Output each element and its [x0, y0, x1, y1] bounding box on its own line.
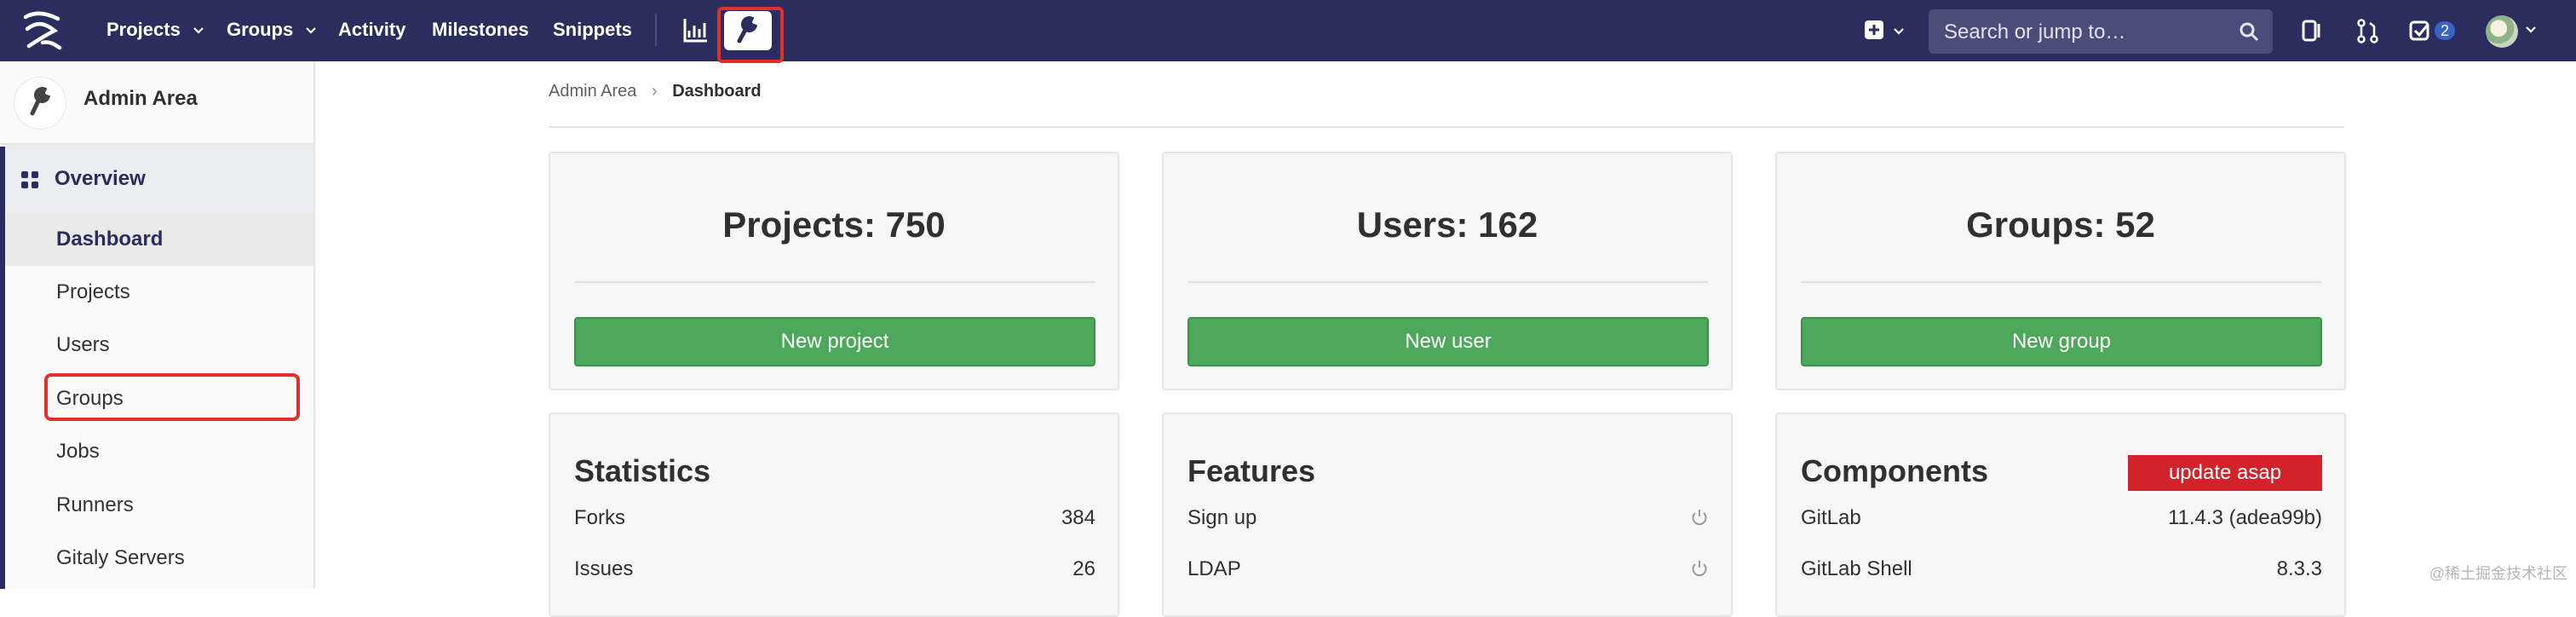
breadcrumb-current[interactable]: Dashboard [672, 82, 761, 101]
todo-count-badge: 2 [2435, 21, 2455, 40]
context-title: Admin Area [83, 87, 198, 110]
chevron-down-icon [193, 27, 204, 34]
statistics-title: Statistics [574, 453, 711, 488]
chevron-down-icon [1894, 28, 1904, 35]
new-dropdown-button[interactable] [1857, 15, 1908, 46]
update-asap-badge[interactable]: update asap [2128, 455, 2322, 491]
stat-row-issues: Issues 26 [574, 557, 1095, 581]
card-title: Groups: 52 [1966, 205, 2155, 245]
gitlab-logo-icon[interactable] [20, 9, 65, 53]
card-divider [574, 281, 1095, 283]
breadcrumb: Admin Area › Dashboard [549, 82, 762, 101]
projects-card: Projects: 750 New project [549, 152, 1119, 390]
power-off-icon [1692, 561, 1707, 577]
chart-icon[interactable] [681, 15, 710, 44]
search-icon[interactable] [2239, 21, 2259, 42]
nav-groups[interactable]: Groups [227, 0, 317, 61]
component-label: GitLab Shell [1801, 557, 1912, 580]
highlight-box-admin [717, 7, 784, 63]
feature-row-ldap: LDAP [1187, 557, 1709, 581]
component-version: 8.3.3 [2276, 557, 2322, 580]
new-project-button[interactable]: New project [574, 317, 1095, 366]
component-version: 11.4.3 (adea99b) [2167, 506, 2322, 529]
component-label: GitLab [1801, 506, 1861, 529]
components-card: Components update asap GitLab 11.4.3 (ad… [1775, 412, 2346, 617]
nav-milestones[interactable]: Milestones [432, 0, 529, 61]
component-row-gitlab: GitLab 11.4.3 (adea99b) [1801, 506, 2322, 530]
sidebar-item-projects[interactable]: Projects [5, 266, 313, 319]
feature-label: LDAP [1187, 557, 1241, 580]
statistics-card: Statistics Forks 384 Issues 26 [549, 412, 1119, 617]
sidebar-item-users[interactable]: Users [5, 319, 313, 372]
new-group-button[interactable]: New group [1801, 317, 2322, 366]
features-title: Features [1187, 453, 1316, 488]
stat-label: Forks [574, 506, 625, 529]
feature-row-sign-up: Sign up [1187, 506, 1709, 530]
chevron-down-icon[interactable] [2525, 26, 2537, 34]
sidebar-context-header[interactable]: Admin Area [0, 61, 313, 145]
groups-card: Groups: 52 New group [1775, 152, 2346, 390]
nav-separator [655, 14, 657, 46]
chevron-down-icon [306, 27, 317, 34]
sidebar-item-jobs[interactable]: Jobs [5, 425, 313, 478]
stat-value: 26 [1072, 557, 1095, 580]
features-card: Features Sign up LDAP [1162, 412, 1733, 617]
stat-label: Issues [574, 557, 634, 580]
breadcrumb-parent[interactable]: Admin Area [549, 82, 636, 101]
sidebar: Admin Area Overview Dashboard Projects U… [0, 61, 315, 589]
context-avatar [14, 77, 66, 130]
card-title: Projects: 750 [722, 205, 946, 245]
components-title: Components [1801, 453, 1988, 488]
card-divider [1187, 281, 1709, 283]
search-input[interactable] [1942, 9, 2227, 55]
stat-value: 384 [1061, 506, 1095, 529]
sidebar-item-gitaly-servers[interactable]: Gitaly Servers [5, 532, 313, 585]
component-row-gitlab-shell: GitLab Shell 8.3.3 [1801, 557, 2322, 581]
plus-square-icon [1865, 20, 1883, 39]
nav-snippets[interactable]: Snippets [553, 0, 632, 61]
nav-activity[interactable]: Activity [338, 0, 405, 61]
sidebar-item-dashboard[interactable]: Dashboard [5, 213, 313, 266]
issues-icon[interactable] [2297, 16, 2326, 45]
todo-check-icon[interactable] [2407, 16, 2436, 45]
merge-request-icon[interactable] [2353, 16, 2382, 45]
watermark-text: @稀土掘金技术社区 [2429, 565, 2567, 582]
top-navbar: Projects Groups Activity Milestones Snip… [0, 0, 2576, 63]
power-off-icon [1692, 510, 1707, 526]
card-title: Users: 162 [1356, 205, 1538, 245]
search-box[interactable] [1929, 9, 2273, 55]
sidebar-item-runners[interactable]: Runners [5, 479, 313, 532]
wrench-icon [30, 87, 51, 116]
grid-icon [21, 171, 38, 188]
feature-label: Sign up [1187, 506, 1257, 529]
stat-row-forks: Forks 384 [574, 506, 1095, 530]
highlight-box-groups [44, 373, 300, 421]
breadcrumb-divider [549, 126, 2344, 128]
sidebar-item-overview[interactable]: Overview [5, 145, 313, 213]
user-avatar[interactable] [2486, 15, 2518, 48]
new-user-button[interactable]: New user [1187, 317, 1709, 366]
nav-projects[interactable]: Projects [106, 0, 204, 61]
card-divider [1801, 281, 2322, 283]
breadcrumb-chevron-icon: › [651, 82, 658, 101]
users-card: Users: 162 New user [1162, 152, 1733, 390]
sidebar-section-label: Overview [55, 167, 146, 190]
